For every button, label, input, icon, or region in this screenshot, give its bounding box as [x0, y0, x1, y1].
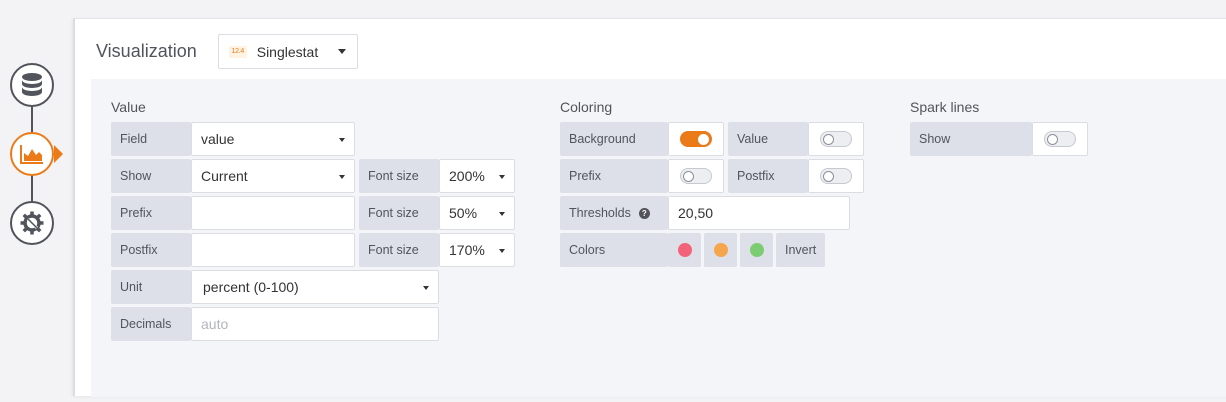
area-chart-icon — [20, 145, 43, 164]
color-swatch-green[interactable] — [749, 243, 764, 257]
color-value-toggle-cell — [808, 122, 864, 156]
help-icon[interactable]: ? — [638, 207, 650, 219]
chevron-down-icon — [423, 286, 429, 290]
color-swatch-cell-1 — [668, 233, 701, 267]
rail-general-button[interactable] — [10, 201, 54, 245]
visualization-picker-value: Singlestat — [256, 43, 319, 60]
prefix-fontsize-select[interactable]: 50% — [439, 196, 515, 230]
field-label: Field — [111, 122, 191, 156]
options-area: Value Field value Show Current Font size… — [91, 79, 1226, 397]
chevron-down-icon — [339, 138, 345, 142]
color-postfix-toggle-cell — [808, 159, 864, 193]
rail-queries-button[interactable] — [10, 63, 54, 107]
sparkline-toggle-cell — [1032, 122, 1088, 156]
postfix-fontsize-label: Font size — [359, 233, 439, 267]
color-prefix-toggle-cell — [668, 159, 724, 193]
prefix-fontsize-value: 50% — [449, 205, 478, 221]
show-fontsize-select[interactable]: 200% — [439, 159, 515, 193]
prefix-label: Prefix — [111, 196, 191, 230]
background-label: Background — [560, 122, 668, 156]
color-value-label: Value — [728, 122, 808, 156]
color-prefix-toggle[interactable] — [680, 168, 712, 184]
value-section-title: Value — [111, 99, 146, 115]
thresholds-label: Thresholds ? — [560, 196, 668, 230]
color-postfix-label: Postfix — [728, 159, 808, 193]
color-postfix-toggle[interactable] — [820, 168, 852, 184]
viz-header: Visualization 12.4 Singlestat — [96, 34, 358, 69]
invert-button[interactable]: Invert — [776, 233, 825, 267]
prefix-input[interactable] — [191, 196, 355, 230]
coloring-section-title: Coloring — [560, 99, 613, 115]
sparklines-section-title: Spark lines — [910, 99, 980, 115]
visualization-picker[interactable]: 12.4 Singlestat — [217, 34, 358, 69]
color-swatch-orange[interactable] — [713, 243, 728, 257]
color-swatch-red[interactable] — [677, 243, 692, 257]
decimals-input[interactable]: auto — [191, 307, 439, 341]
show-select[interactable]: Current — [191, 159, 355, 193]
postfix-label: Postfix — [111, 233, 191, 267]
unit-label: Unit — [111, 270, 191, 304]
field-select-value: value — [201, 131, 235, 147]
show-select-value: Current — [201, 168, 248, 184]
rail-active-pointer — [54, 145, 63, 163]
decimals-label: Decimals — [111, 307, 191, 341]
chevron-down-icon — [338, 49, 347, 54]
show-label: Show — [111, 159, 191, 193]
chevron-down-icon — [499, 249, 505, 253]
editor-panel: Visualization 12.4 Singlestat Value Fiel… — [73, 18, 1226, 397]
show-fontsize-value: 200% — [449, 168, 485, 184]
prefix-fontsize-label: Font size — [359, 196, 439, 230]
database-icon — [22, 73, 42, 96]
field-select[interactable]: value — [191, 122, 355, 156]
color-value-toggle[interactable] — [820, 131, 852, 147]
color-swatch-cell-2 — [704, 233, 737, 267]
color-swatch-cell-3 — [740, 233, 773, 267]
sparkline-show-toggle[interactable] — [1044, 131, 1076, 147]
show-fontsize-label: Font size — [359, 159, 439, 193]
postfix-input[interactable] — [191, 233, 355, 267]
postfix-fontsize-select[interactable]: 170% — [439, 233, 515, 267]
chevron-down-icon — [499, 175, 505, 179]
thresholds-label-text: Thresholds — [569, 206, 631, 220]
thresholds-input[interactable]: 20,50 — [668, 196, 850, 230]
chevron-down-icon — [499, 212, 505, 216]
rail-visualization-button[interactable] — [10, 132, 54, 176]
gear-wrench-icon — [20, 211, 44, 235]
page-title: Visualization — [96, 41, 197, 61]
unit-select[interactable]: percent (0-100) — [191, 270, 439, 304]
singlestat-thumbnail-icon: 12.4 — [228, 45, 247, 58]
colors-label: Colors — [560, 233, 668, 267]
color-prefix-label: Prefix — [560, 159, 668, 193]
background-toggle-cell — [668, 122, 724, 156]
chevron-down-icon — [339, 175, 345, 179]
sparkline-show-label: Show — [910, 122, 1032, 156]
unit-select-value: percent (0-100) — [203, 279, 299, 295]
postfix-fontsize-value: 170% — [449, 242, 485, 258]
background-toggle[interactable] — [680, 131, 712, 147]
